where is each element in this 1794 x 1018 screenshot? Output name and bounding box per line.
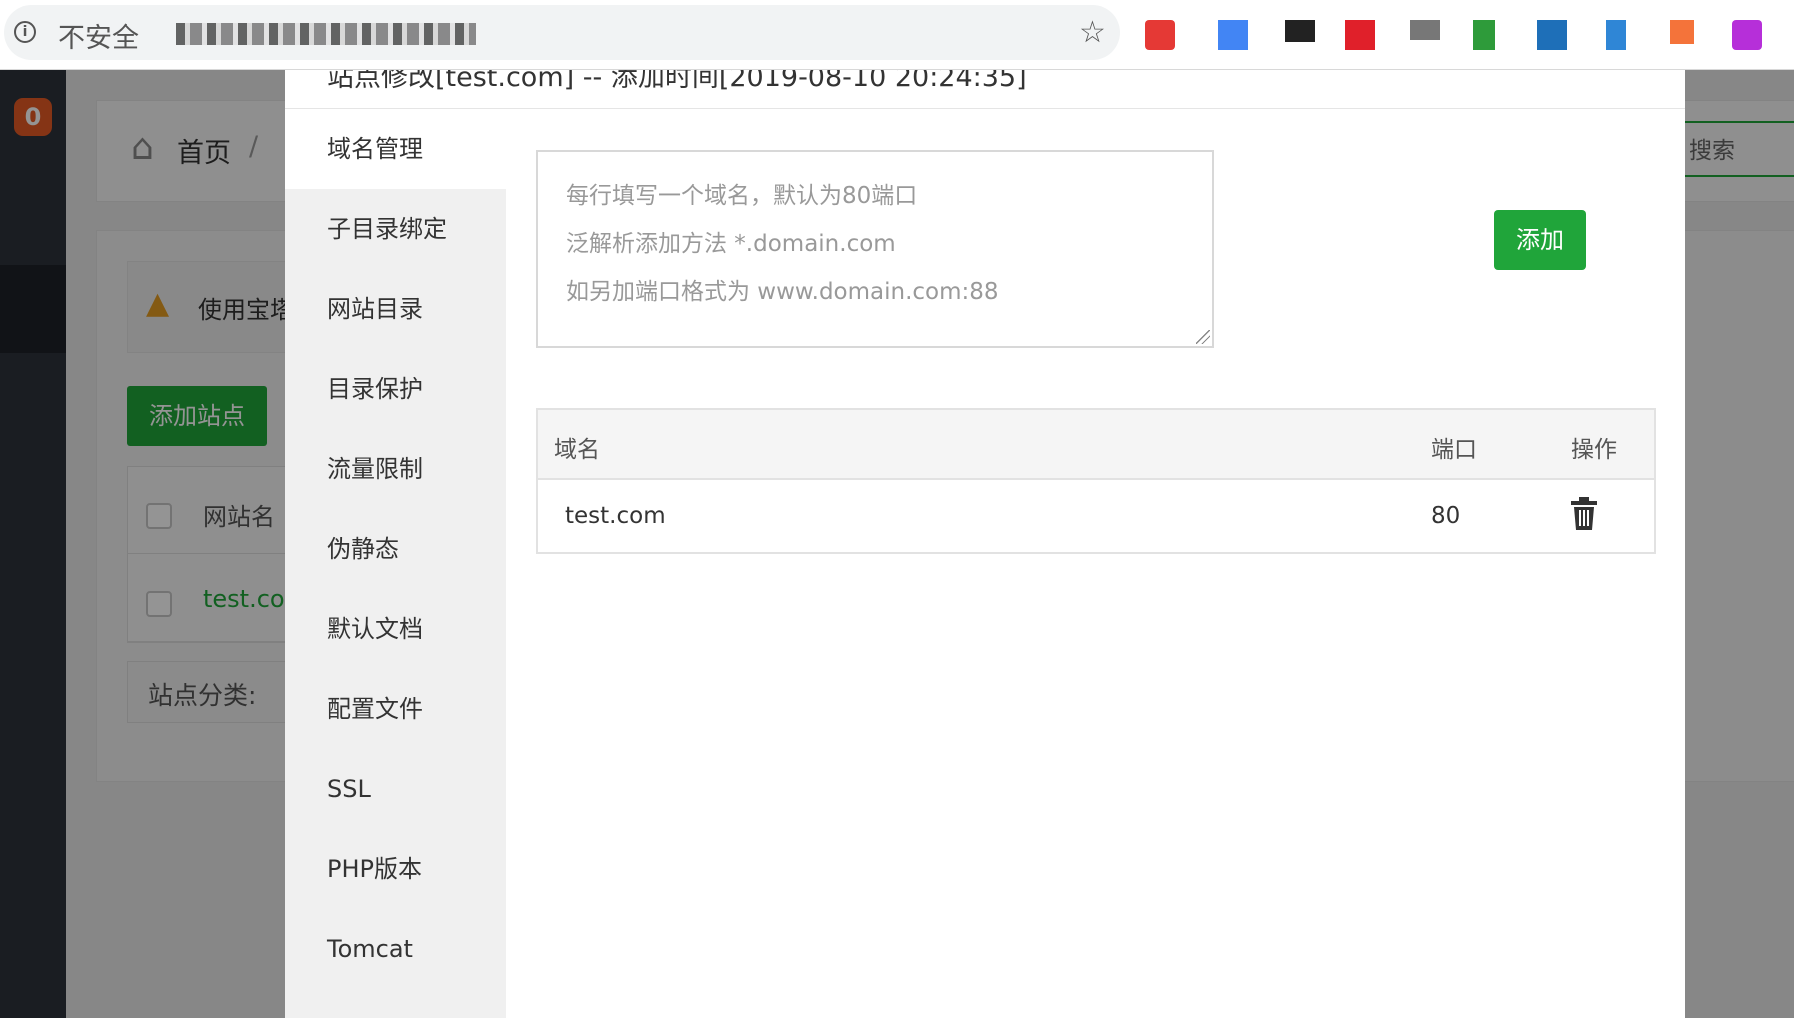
menu-item-tomcat[interactable]: Tomcat bbox=[285, 909, 506, 989]
extension-icon[interactable] bbox=[1145, 20, 1175, 50]
menu-item-php-version[interactable]: PHP版本 bbox=[285, 829, 506, 909]
textarea-placeholder-line: 泛解析添加方法 *.domain.com bbox=[566, 231, 896, 257]
textarea-placeholder-line: 如另加端口格式为 www.domain.com:88 bbox=[566, 279, 999, 305]
extension-icon[interactable] bbox=[1285, 20, 1315, 42]
menu-item-default-document[interactable]: 默认文档 bbox=[285, 589, 506, 669]
row-domain: test.com bbox=[565, 503, 666, 529]
column-domain: 域名 bbox=[554, 437, 600, 463]
column-port: 端口 bbox=[1431, 437, 1477, 463]
browser-toolbar: i 不安全 ☆ bbox=[0, 0, 1794, 70]
domain-input-textarea[interactable]: 每行填写一个域名，默认为80端口 泛解析添加方法 *.domain.com 如另… bbox=[536, 150, 1214, 348]
textarea-placeholder-line: 每行填写一个域名，默认为80端口 bbox=[566, 183, 918, 209]
domain-table: 域名 端口 操作 test.com 80 bbox=[536, 408, 1656, 554]
extension-icon[interactable] bbox=[1218, 20, 1248, 50]
menu-item-traffic-limit[interactable]: 流量限制 bbox=[285, 429, 506, 509]
menu-item-subdirectory-binding[interactable]: 子目录绑定 bbox=[285, 189, 506, 269]
menu-item-domain-management[interactable]: 域名管理 bbox=[285, 109, 506, 189]
security-label: 不安全 bbox=[58, 23, 139, 54]
resize-handle[interactable] bbox=[1196, 330, 1210, 344]
extension-icon[interactable] bbox=[1606, 20, 1626, 50]
blurred-url bbox=[176, 23, 476, 45]
extension-icon[interactable] bbox=[1732, 20, 1762, 50]
column-action: 操作 bbox=[1571, 437, 1617, 463]
table-header: 域名 端口 操作 bbox=[538, 410, 1654, 480]
menu-item-rewrite[interactable]: 伪静态 bbox=[285, 509, 506, 589]
modal-side-menu: 域名管理 子目录绑定 网站目录 目录保护 流量限制 伪静态 默认文档 配置文件 … bbox=[285, 109, 506, 1018]
menu-item-directory-protection[interactable]: 目录保护 bbox=[285, 349, 506, 429]
extension-icon[interactable] bbox=[1537, 20, 1567, 50]
extension-icon[interactable] bbox=[1410, 20, 1440, 40]
menu-item-config-file[interactable]: 配置文件 bbox=[285, 669, 506, 749]
extension-icon[interactable] bbox=[1345, 20, 1375, 50]
menu-item-site-directory[interactable]: 网站目录 bbox=[285, 269, 506, 349]
address-bar[interactable]: i 不安全 ☆ bbox=[4, 5, 1120, 60]
menu-item-ssl[interactable]: SSL bbox=[285, 749, 506, 829]
info-icon[interactable]: i bbox=[14, 21, 36, 43]
extension-icon[interactable] bbox=[1670, 20, 1694, 44]
site-edit-modal: 站点修改[test.com] -- 添加时间[2019-08-10 20:24:… bbox=[285, 70, 1685, 1018]
trash-icon[interactable] bbox=[1569, 496, 1599, 532]
modal-title: 站点修改[test.com] -- 添加时间[2019-08-10 20:24:… bbox=[327, 70, 1027, 93]
star-icon[interactable]: ☆ bbox=[1079, 15, 1106, 50]
extension-icon[interactable] bbox=[1473, 20, 1495, 50]
add-domain-button[interactable]: 添加 bbox=[1494, 210, 1586, 270]
row-port: 80 bbox=[1431, 503, 1461, 529]
